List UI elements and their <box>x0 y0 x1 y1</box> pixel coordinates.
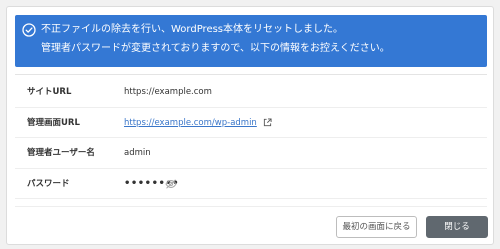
external-link-icon[interactable] <box>263 117 272 127</box>
eye-slash-icon[interactable] <box>165 178 177 189</box>
site-info-table: サイトURL https://example.com 管理画面URL https… <box>15 77 487 199</box>
admin-url-link[interactable]: https://example.com/wp-admin <box>124 118 257 128</box>
admin-url-value: https://example.com/wp-admin <box>124 108 272 138</box>
result-dialog: 不正ファイルの除去を行い、WordPress本体をリセットしました。 管理者パス… <box>6 6 494 245</box>
admin-username-label: 管理者ユーザー名 <box>27 148 95 158</box>
notice-message-line1: 不正ファイルの除去を行い、WordPress本体をリセットしました。 <box>41 24 344 35</box>
site-url-label: サイトURL <box>27 87 72 97</box>
table-row-admin-username: 管理者ユーザー名 admin <box>15 138 487 169</box>
admin-url-label: 管理画面URL <box>27 117 80 128</box>
footer-divider <box>15 206 487 207</box>
success-notice: 不正ファイルの除去を行い、WordPress本体をリセットしました。 管理者パス… <box>15 15 487 67</box>
table-row-admin-url: 管理画面URL https://example.com/wp-admin <box>15 108 487 138</box>
site-url-value: https://example.com <box>124 87 212 97</box>
check-circle-icon <box>22 23 36 37</box>
admin-username-value: admin <box>124 148 151 158</box>
password-label: パスワード <box>27 178 70 189</box>
notice-message-line2: 管理者パスワードが変更されておりますので、以下の情報をお控えください。 <box>41 43 390 54</box>
table-row-password: パスワード •••••••• <box>15 169 487 199</box>
divider <box>15 74 487 75</box>
close-button[interactable]: 閉じる <box>426 216 488 238</box>
table-row-site-url: サイトURL https://example.com <box>15 77 487 108</box>
back-to-start-button[interactable]: 最初の画面に戻る <box>336 216 417 238</box>
